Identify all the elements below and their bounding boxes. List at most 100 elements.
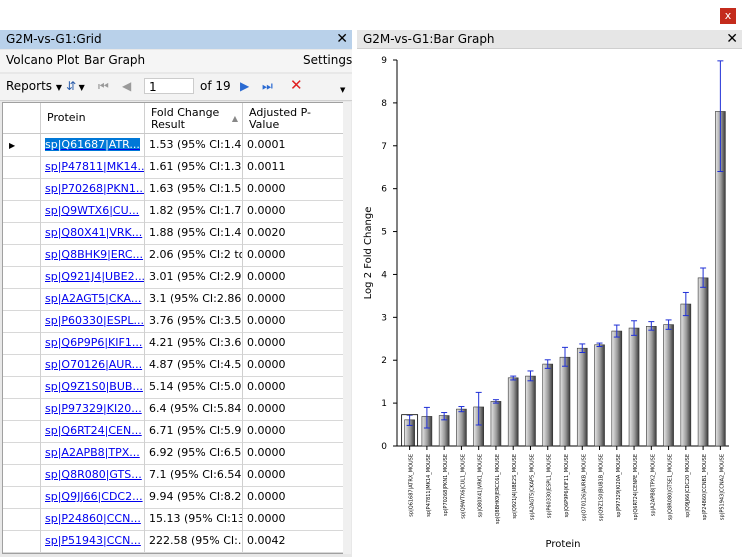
row-selector-cell[interactable] — [3, 420, 41, 442]
protein-link-text: sp|Q6RT24|CEN... — [45, 424, 142, 437]
table-row[interactable]: sp|Q9JJ66|CDC2... 9.94 (95% CI:8.2... 0.00… — [3, 486, 343, 509]
p-value-cell: 0.0000 — [247, 358, 286, 371]
x-tick-label: sp|Q6RT24|CENPE_MOUSE — [633, 454, 639, 520]
row-selector-cell[interactable] — [3, 288, 41, 310]
reports-dropdown[interactable]: Reports ▼ — [6, 79, 62, 93]
protein-link[interactable]: sp|Q80X41|VRK... — [41, 222, 145, 244]
table-row[interactable]: sp|P60330|ESPL... 3.76 (95% CI:3.5... 0.00… — [3, 310, 343, 333]
row-selector-cell[interactable] — [3, 442, 41, 464]
row-selector-cell[interactable]: ▶ — [3, 134, 41, 156]
x-tick-label: sp|Q80X41|VRK1_MOUSE — [478, 454, 484, 517]
next-page-icon[interactable]: ▶ — [240, 79, 249, 93]
protein-link[interactable]: sp|P51943|CCN... — [41, 530, 145, 552]
bar — [646, 326, 657, 447]
y-tick-label: 7 — [381, 142, 387, 152]
grid-menu-bar: Volcano Plot Bar Graph Settings — [0, 50, 352, 72]
y-tick-label: 3 — [381, 313, 387, 323]
row-selector-cell[interactable] — [3, 486, 41, 508]
row-selector-cell[interactable] — [3, 398, 41, 420]
table-row[interactable]: sp|A2AGT5|CKA...3.1 (95% CI:2.86 ... 0.00… — [3, 288, 343, 311]
protein-link[interactable]: sp|P47811|MK14... — [41, 156, 145, 178]
bar-graph-close-icon[interactable]: ✕ — [726, 30, 738, 49]
menu-volcano-plot[interactable]: Volcano Plot — [6, 53, 79, 67]
table-row[interactable]: sp|Q8BHK9|ERC...2.06 (95% CI:2 to... 0.00… — [3, 244, 343, 267]
table-row[interactable]: sp|Q8R080|GTS...7.1 (95% CI:6.54 ... 0.00… — [3, 464, 343, 487]
p-value-cell: 0.0011 — [247, 160, 286, 173]
row-selector-cell[interactable] — [3, 156, 41, 178]
menu-bar-graph[interactable]: Bar Graph — [84, 53, 145, 67]
grid-scrollbar[interactable] — [343, 102, 351, 554]
reports-label: Reports — [6, 79, 53, 93]
table-row[interactable]: sp|Q9WTX6|CU... 1.82 (95% CI:1.7... 0.0000 — [3, 200, 343, 223]
row-selector-cell[interactable] — [3, 530, 41, 552]
previous-page-icon[interactable]: ◀ — [122, 79, 131, 93]
protein-link[interactable]: sp|Q61687|ATR... — [41, 134, 145, 156]
last-page-icon[interactable]: ⏭ — [262, 79, 273, 94]
table-row[interactable]: sp|Q921J4|UBE2... 3.01 (95% CI:2.9... 0.00… — [3, 266, 343, 289]
protein-link[interactable]: sp|Q6P9P6|KIF1... — [41, 332, 145, 354]
menu-settings[interactable]: Settings — [303, 53, 352, 67]
y-tick-label: 6 — [381, 185, 387, 195]
row-selector-cell[interactable] — [3, 310, 41, 332]
row-selector-cell[interactable] — [3, 178, 41, 200]
table-row[interactable]: sp|P97329|KI20...6.4 (95% CI:5.84 ... 0.0… — [3, 398, 343, 421]
row-selector-cell[interactable] — [3, 354, 41, 376]
protein-link[interactable]: sp|P97329|KI20... — [41, 398, 145, 420]
fold-change-cell: 3.1 (95% CI:2.86 ... — [145, 288, 243, 310]
data-grid: Protein Fold Change Result ▲ Adjusted P-… — [2, 102, 344, 554]
table-row[interactable]: sp|Q80X41|VRK... 1.88 (95% CI:1.4... 0.002… — [3, 222, 343, 245]
protein-link[interactable]: sp|P24860|CCN... — [41, 508, 145, 530]
table-row[interactable]: sp|Q9Z1S0|BUB... 5.14 (95% CI:5.0... 0.000… — [3, 376, 343, 399]
protein-link[interactable]: sp|Q921J4|UBE2... — [41, 266, 145, 288]
protein-link[interactable]: sp|Q8R080|GTS... — [41, 464, 145, 486]
row-selector-cell[interactable] — [3, 200, 41, 222]
protein-link-text: sp|A2APB8|TPX... — [45, 446, 140, 459]
row-selector-cell[interactable] — [3, 376, 41, 398]
delete-icon[interactable]: ✕ — [290, 76, 303, 94]
bar-graph-panel-title: G2M-vs-G1:Bar Graph — [363, 32, 495, 46]
protein-link-text: sp|P70268|PKN1... — [45, 182, 145, 195]
column-header-protein[interactable]: Protein — [41, 103, 145, 133]
grid-panel-close-icon[interactable]: ✕ — [336, 30, 348, 49]
protein-link[interactable]: sp|A2AGT5|CKA... — [41, 288, 145, 310]
first-page-icon[interactable]: ⏮ — [98, 79, 109, 94]
protein-link-text: sp|P60330|ESPL... — [45, 314, 144, 327]
table-row[interactable]: sp|P47811|MK14... 1.61 (95% CI:1.3... 0.00… — [3, 156, 343, 179]
protein-link[interactable]: sp|P60330|ESPL... — [41, 310, 145, 332]
table-row[interactable]: sp|P24860|CCN... 15.13 (95% CI:13... 0.000… — [3, 508, 343, 531]
row-selector-cell[interactable] — [3, 508, 41, 530]
table-row[interactable]: sp|O70126|AUR... 4.87 (95% CI:4.5... 0.000… — [3, 354, 343, 377]
protein-link[interactable]: sp|Q8BHK9|ERC... — [41, 244, 145, 266]
protein-link[interactable]: sp|Q9WTX6|CU... — [41, 200, 145, 222]
protein-link[interactable]: sp|O70126|AUR... — [41, 354, 145, 376]
protein-link[interactable]: sp|A2APB8|TPX... — [41, 442, 145, 464]
toolbar-overflow-icon[interactable]: ▼ — [340, 86, 345, 94]
protein-link-text: sp|P97329|KI20... — [45, 402, 142, 415]
table-row[interactable]: sp|A2APB8|TPX... 6.92 (95% CI:6.5... 0.000… — [3, 442, 343, 465]
window-close-icon[interactable]: x — [720, 8, 736, 24]
protein-link[interactable]: sp|Q9JJ66|CDC2... — [41, 486, 145, 508]
column-header-p-value[interactable]: Adjusted P-Value — [243, 103, 343, 133]
filter-sort-icon[interactable]: ⇵ ▼ — [66, 79, 85, 93]
row-selector-cell[interactable] — [3, 464, 41, 486]
column-header-fold-change[interactable]: Fold Change Result ▲ — [145, 103, 243, 133]
row-selector-cell[interactable] — [3, 244, 41, 266]
fold-change-cell: 222.58 (95% CI:... — [145, 530, 243, 552]
protein-link[interactable]: sp|P70268|PKN1... — [41, 178, 145, 200]
table-row[interactable]: sp|Q6RT24|CEN... 6.71 (95% CI:5.9... 0.000… — [3, 420, 343, 443]
page-number-input[interactable]: 1 — [144, 78, 194, 94]
table-row[interactable]: sp|P70268|PKN1... 1.63 (95% CI:1.5... 0.00… — [3, 178, 343, 201]
table-row[interactable]: sp|Q6P9P6|KIF1... 4.21 (95% CI:3.6... 0.00… — [3, 332, 343, 355]
fold-change-cell: 1.53 (95% CI:1.4... — [145, 134, 243, 156]
bar — [697, 277, 709, 447]
protein-link-text: sp|Q80X41|VRK... — [45, 226, 143, 239]
row-selector-cell[interactable] — [3, 332, 41, 354]
row-selector-cell[interactable] — [3, 222, 41, 244]
protein-link[interactable]: sp|Q9Z1S0|BUB... — [41, 376, 145, 398]
fold-change-cell: 2.06 (95% CI:2 to... — [145, 244, 243, 266]
protein-link[interactable]: sp|Q6RT24|CEN... — [41, 420, 145, 442]
table-row[interactable]: sp|P51943|CCN... 222.58 (95% CI:... 0.0042 — [3, 530, 343, 553]
table-row[interactable]: ▶ sp|Q61687|ATR... 1.53 (95% CI:1.4... 0.00… — [3, 134, 343, 157]
p-value-cell: 0.0000 — [247, 424, 286, 437]
row-selector-cell[interactable] — [3, 266, 41, 288]
